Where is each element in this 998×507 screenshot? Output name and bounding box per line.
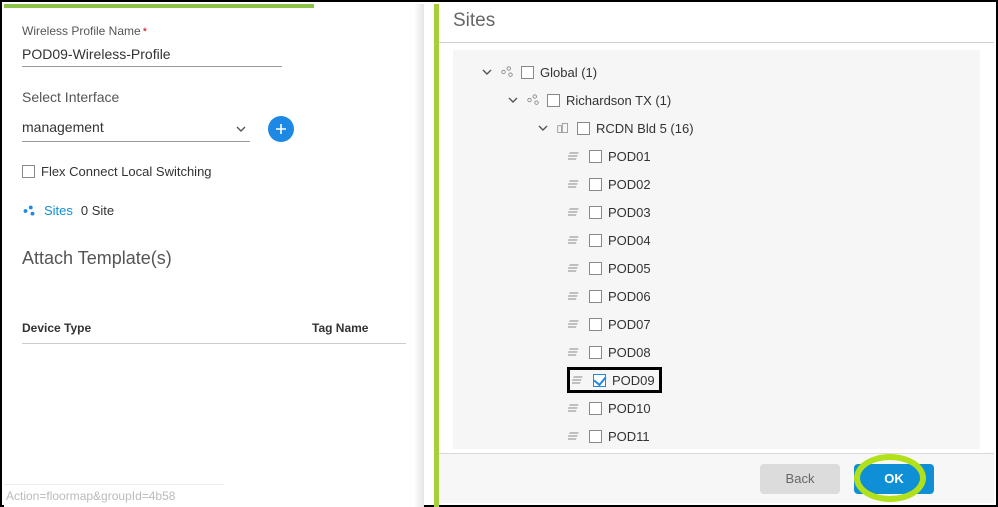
tree-node-label: POD08	[608, 345, 651, 360]
tree-checkbox[interactable]	[589, 318, 602, 331]
required-asterisk: *	[143, 26, 147, 38]
floor-icon	[567, 289, 583, 303]
globe-icon	[499, 65, 515, 79]
tree-checkbox[interactable]	[589, 402, 602, 415]
tree-checkbox[interactable]	[593, 374, 606, 387]
tree-node[interactable]: POD11	[465, 422, 972, 449]
site-tree[interactable]: Global (1) Richardson TX (1) RCDN Bld 5 …	[453, 50, 980, 449]
tree-node[interactable]: POD06	[465, 282, 972, 310]
sites-icon	[22, 204, 36, 218]
back-button[interactable]: Back	[760, 464, 840, 494]
tree-caret[interactable]	[537, 122, 549, 134]
profile-name-field: Wireless Profile Name*	[22, 22, 406, 67]
tree-node-label: Global (1)	[540, 65, 597, 80]
tree-node-label: Richardson TX (1)	[566, 93, 671, 108]
tree-node-label: POD06	[608, 289, 651, 304]
tree-node[interactable]: POD01	[465, 142, 972, 170]
floor-icon	[567, 261, 583, 275]
floor-icon	[567, 149, 583, 163]
flex-connect-label: Flex Connect Local Switching	[41, 164, 212, 179]
tree-checkbox[interactable]	[589, 178, 602, 191]
tree-node-label: POD09	[612, 373, 655, 388]
interface-label: Select Interface	[22, 89, 406, 105]
floor-icon	[567, 177, 583, 191]
tree-checkbox[interactable]	[589, 206, 602, 219]
area-icon	[525, 93, 541, 107]
tree-node[interactable]: Global (1)	[465, 58, 972, 86]
tree-node-label: POD07	[608, 317, 651, 332]
tree-node-label: RCDN Bld 5 (16)	[596, 121, 694, 136]
tree-node[interactable]: POD03	[465, 198, 972, 226]
floor-icon	[567, 317, 583, 331]
tree-node-label: POD02	[608, 177, 651, 192]
profile-name-label: Wireless Profile Name	[22, 24, 141, 38]
tree-checkbox[interactable]	[589, 346, 602, 359]
sites-panel-title: Sites	[439, 4, 994, 42]
col-tag-name: Tag Name	[312, 321, 368, 335]
tree-checkbox[interactable]	[589, 234, 602, 247]
attach-templates-title: Attach Template(s)	[22, 248, 406, 269]
tree-checkbox[interactable]	[589, 150, 602, 163]
template-table-header: Device Type Tag Name	[22, 295, 406, 344]
tree-node[interactable]: POD04	[465, 226, 972, 254]
selected-pod-highlight: POD09	[567, 367, 662, 393]
chevron-down-icon	[236, 121, 246, 131]
tree-checkbox[interactable]	[521, 66, 534, 79]
tree-node-label: POD05	[608, 261, 651, 276]
interface-value: management	[22, 119, 104, 135]
tree-node-label: POD04	[608, 233, 651, 248]
floor-icon	[567, 233, 583, 247]
sites-slideout-panel: Sites Global (1) Richardson TX (1) RCDN …	[439, 4, 994, 503]
floor-icon	[567, 401, 583, 415]
tree-checkbox[interactable]	[589, 262, 602, 275]
tree-node[interactable]: POD02	[465, 170, 972, 198]
profile-name-input[interactable]	[22, 40, 282, 67]
tree-node[interactable]: RCDN Bld 5 (16)	[465, 114, 972, 142]
add-interface-button[interactable]	[268, 116, 294, 142]
tree-node-label: POD11	[608, 429, 650, 444]
tree-node-label: POD10	[608, 401, 651, 416]
col-device-type: Device Type	[22, 321, 312, 335]
panel-shadow	[414, 4, 424, 507]
ok-button[interactable]: OK	[854, 464, 934, 494]
interface-select[interactable]: management	[22, 115, 250, 142]
floor-icon	[567, 205, 583, 219]
tree-node[interactable]: Richardson TX (1)	[465, 86, 972, 114]
floor-icon	[567, 345, 583, 359]
url-fragment: Action=floormap&groupId=4b58	[4, 484, 224, 507]
tree-node[interactable]: POD09	[465, 366, 972, 394]
tree-node-label: POD03	[608, 205, 651, 220]
sites-link[interactable]: Sites	[44, 203, 73, 218]
tree-caret[interactable]	[481, 66, 493, 78]
sites-count: 0 Site	[81, 203, 114, 218]
tree-checkbox[interactable]	[547, 94, 560, 107]
panel-accent-bar	[4, 4, 314, 8]
panel-footer: Back OK	[439, 453, 994, 503]
tree-checkbox[interactable]	[589, 430, 602, 443]
floor-icon	[567, 429, 583, 443]
building-icon	[555, 121, 571, 135]
left-form-panel: Wireless Profile Name* Select Interface …	[4, 4, 424, 507]
tree-node[interactable]: POD07	[465, 310, 972, 338]
tree-checkbox[interactable]	[577, 122, 590, 135]
tree-node[interactable]: POD10	[465, 394, 972, 422]
tree-caret[interactable]	[507, 94, 519, 106]
flex-connect-checkbox[interactable]	[22, 165, 35, 178]
tree-node[interactable]: POD08	[465, 338, 972, 366]
tree-checkbox[interactable]	[589, 290, 602, 303]
floor-icon	[571, 373, 587, 387]
tree-node[interactable]: POD05	[465, 254, 972, 282]
flex-connect-row[interactable]: Flex Connect Local Switching	[22, 164, 406, 179]
app-window: Wireless Profile Name* Select Interface …	[0, 0, 998, 507]
tree-node-label: POD01	[608, 149, 651, 164]
title-rule	[439, 42, 994, 43]
